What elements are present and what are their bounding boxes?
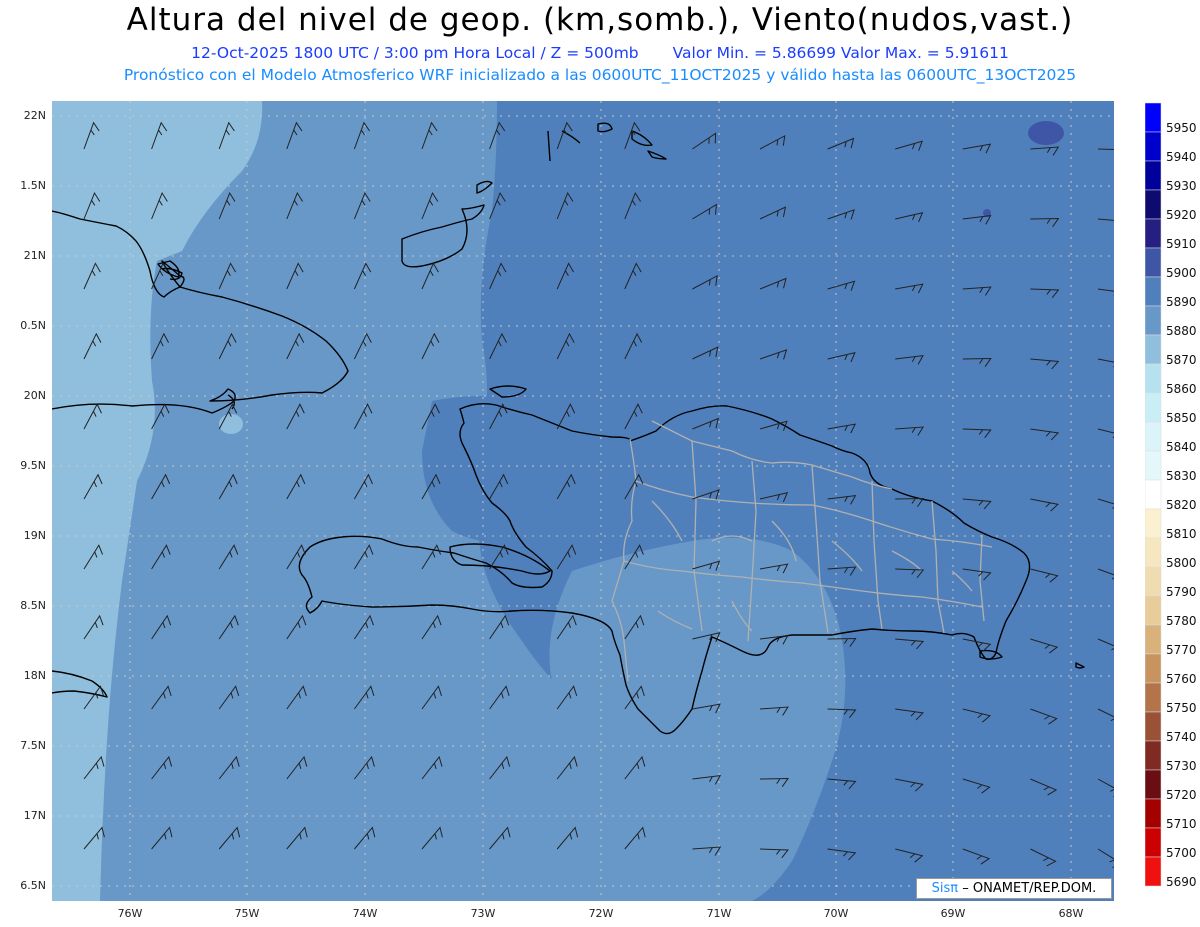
lon-label: 69W (940, 907, 966, 920)
colorbar-label: 5900 (1166, 266, 1197, 280)
lat-label: 22N (23, 109, 46, 122)
colorbar-label: 5870 (1166, 353, 1197, 367)
colorbar-swatch (1145, 566, 1162, 597)
colorbar-swatch (1145, 856, 1162, 887)
lat-label: 19N (23, 529, 46, 542)
colorbar-label: 5830 (1166, 469, 1197, 483)
colorbar-label: 5850 (1166, 411, 1197, 425)
lat-label: 18N (23, 669, 46, 682)
credit-box: Sisπ – ONAMET/REP.DOM. (916, 878, 1112, 899)
lat-label: 7.5N (20, 739, 46, 752)
colorbar-label: 5690 (1166, 875, 1197, 889)
colorbar-label: 5710 (1166, 817, 1197, 831)
colorbar-label: 5810 (1166, 527, 1197, 541)
colorbar-swatch (1145, 392, 1162, 423)
lat-label: 21N (23, 249, 46, 262)
colorbar-label: 5890 (1166, 295, 1197, 309)
colorbar-label: 5700 (1166, 846, 1197, 860)
colorbar-label: 5800 (1166, 556, 1197, 570)
lat-label: 17N (23, 809, 46, 822)
colorbar-swatch (1145, 827, 1162, 858)
lon-label: 71W (706, 907, 732, 920)
colorbar-label: 5750 (1166, 701, 1197, 715)
colorbar-label: 5720 (1166, 788, 1197, 802)
field-dark-ne (1028, 121, 1064, 145)
colorbar-swatch (1145, 624, 1162, 655)
colorbar-swatch (1145, 769, 1162, 800)
map-title: Altura del nivel de geop. (km,somb.), Vi… (126, 2, 1074, 38)
colorbar-label: 5930 (1166, 179, 1197, 193)
colorbar-label: 5880 (1166, 324, 1197, 338)
colorbar-swatch (1145, 102, 1162, 133)
colorbar (1145, 102, 1162, 887)
lat-label: 6.5N (20, 879, 46, 892)
date-info: 12-Oct-2025 1800 UTC / 3:00 pm Hora Loca… (191, 44, 639, 62)
subtitle-line-1: 12-Oct-2025 1800 UTC / 3:00 pm Hora Loca… (0, 44, 1200, 62)
colorbar-swatch (1145, 711, 1162, 742)
colorbar-swatch (1145, 479, 1162, 510)
colorbar-label: 5820 (1166, 498, 1197, 512)
colorbar-swatch (1145, 537, 1162, 568)
lat-label: 0.5N (20, 319, 46, 332)
colorbar-label: 5730 (1166, 759, 1197, 773)
colorbar-label: 5790 (1166, 585, 1197, 599)
min-max-values: Valor Min. = 5.86699 Valor Max. = 5.9161… (672, 44, 1009, 62)
lat-label: 20N (23, 389, 46, 402)
colorbar-swatch (1145, 740, 1162, 771)
colorbar-swatch (1145, 450, 1162, 481)
sispi-logo: Sisπ (931, 881, 959, 896)
colorbar-swatch (1145, 798, 1162, 829)
lon-label: 73W (470, 907, 496, 920)
colorbar-swatch (1145, 276, 1162, 307)
colorbar-label: 5740 (1166, 730, 1197, 744)
colorbar-label: 5950 (1166, 121, 1197, 135)
colorbar-label: 5760 (1166, 672, 1197, 686)
colorbar-swatch (1145, 653, 1162, 684)
colorbar-swatch (1145, 189, 1162, 220)
colorbar-swatch (1145, 334, 1162, 365)
map-area (52, 101, 1114, 901)
colorbar-label: 5940 (1166, 150, 1197, 164)
colorbar-swatch (1145, 421, 1162, 452)
colorbar-label: 5920 (1166, 208, 1197, 222)
lat-label: 9.5N (20, 459, 46, 472)
colorbar-label: 5860 (1166, 382, 1197, 396)
model-info: Pronóstico con el Modelo Atmosferico WRF… (123, 66, 1077, 84)
colorbar-swatch (1145, 595, 1162, 626)
colorbar-swatch (1145, 160, 1162, 191)
lon-label: 68W (1058, 907, 1084, 920)
colorbar-label: 5770 (1166, 643, 1197, 657)
colorbar-swatch (1145, 305, 1162, 336)
geopotential-map (52, 101, 1114, 901)
lon-label: 70W (823, 907, 849, 920)
colorbar-swatch (1145, 682, 1162, 713)
lon-label: 75W (234, 907, 260, 920)
lat-label: 1.5N (20, 179, 46, 192)
lon-label: 74W (352, 907, 378, 920)
field-lightest-cuba (219, 414, 243, 434)
colorbar-swatch (1145, 247, 1162, 278)
colorbar-label: 5780 (1166, 614, 1197, 628)
colorbar-label: 5840 (1166, 440, 1197, 454)
colorbar-swatch (1145, 508, 1162, 539)
colorbar-swatch (1145, 218, 1162, 249)
lon-label: 72W (588, 907, 614, 920)
colorbar-swatch (1145, 131, 1162, 162)
credit-text: – ONAMET/REP.DOM. (962, 881, 1097, 896)
colorbar-swatch (1145, 363, 1162, 394)
lon-label: 76W (117, 907, 143, 920)
lat-label: 8.5N (20, 599, 46, 612)
colorbar-label: 5910 (1166, 237, 1197, 251)
